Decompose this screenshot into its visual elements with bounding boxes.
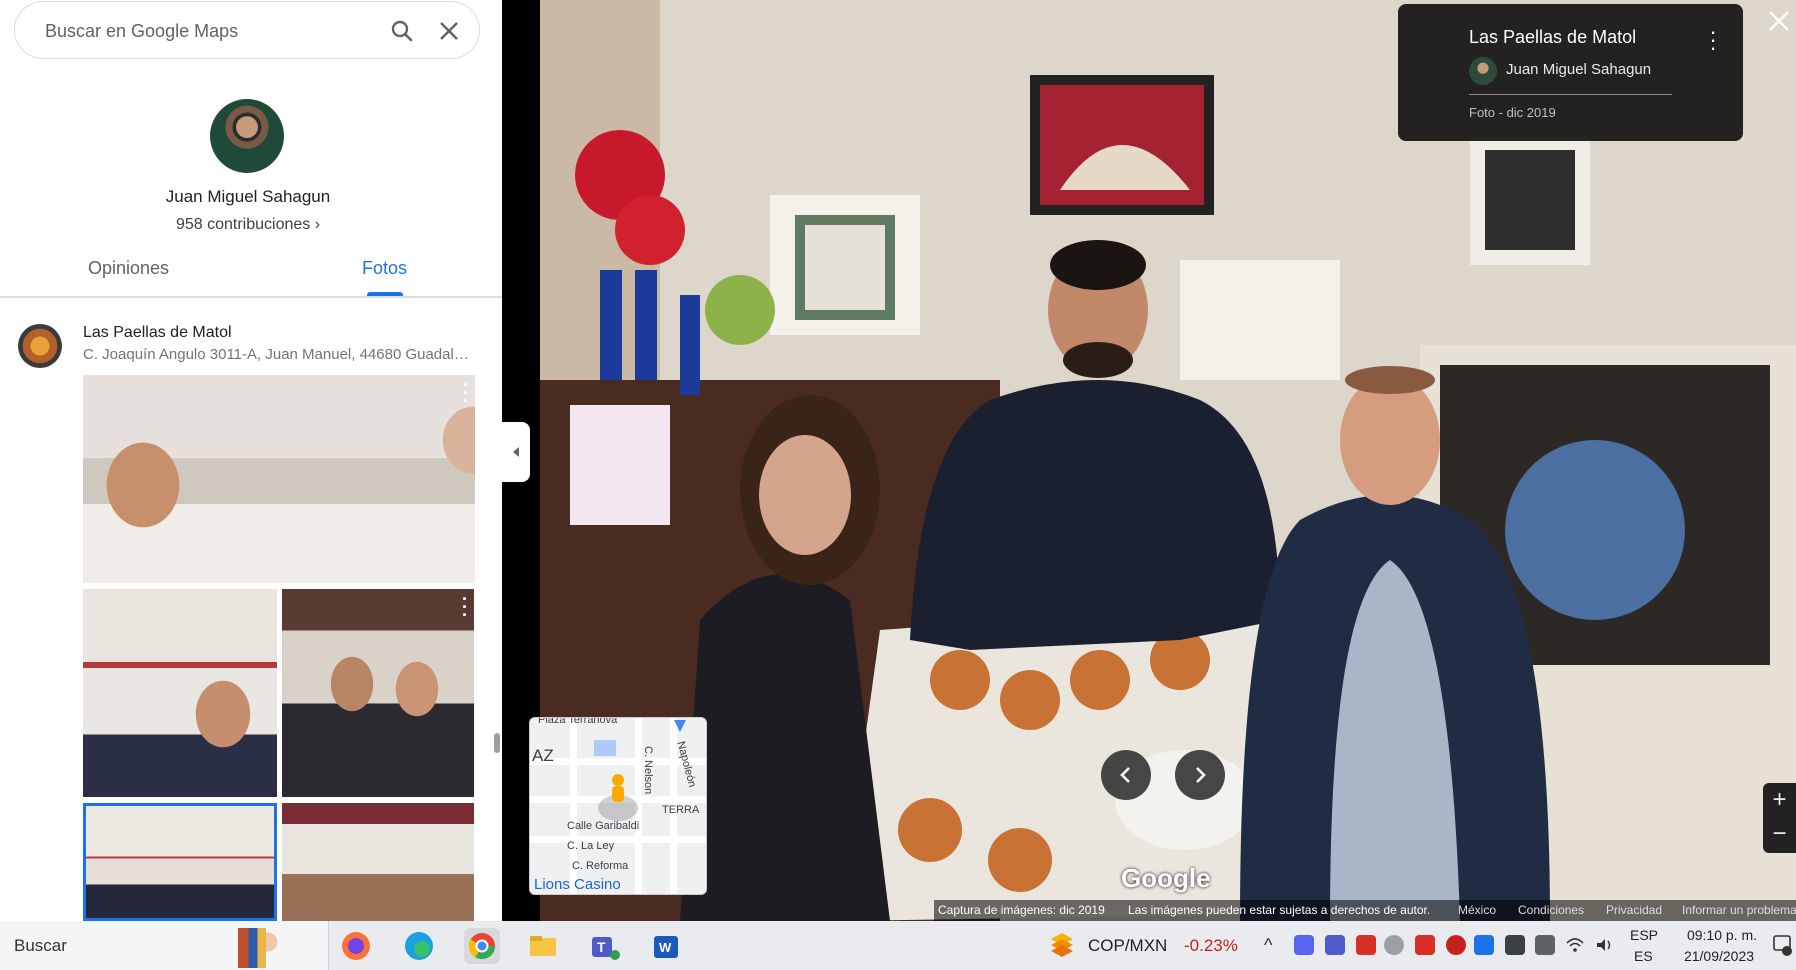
edge-icon[interactable] [401, 928, 437, 964]
contributions-link[interactable]: 958 contribuciones › [0, 216, 496, 234]
teams-tray-icon[interactable] [1325, 935, 1345, 955]
close-icon[interactable] [434, 16, 464, 46]
profile-avatar[interactable] [210, 99, 284, 173]
keyboard-layout[interactable]: ES [1634, 948, 1653, 964]
profile-name: Juan Miguel Sahagun [165, 187, 331, 206]
photo-thumbnail[interactable] [83, 589, 277, 797]
zoom-control: + − [1763, 783, 1796, 853]
google-watermark: Google [1121, 863, 1211, 893]
more-options-icon[interactable]: · · · [1703, 21, 1723, 59]
tab-opiniones[interactable]: Opiniones [88, 258, 169, 279]
app-tray-icon[interactable] [1415, 935, 1435, 955]
photo-date: Foto - dic 2019 [1469, 105, 1556, 120]
author-avatar[interactable] [1469, 57, 1497, 85]
mini-map[interactable]: Plaza Terranova AZ C. Nelson Napoleón TE… [529, 717, 707, 895]
chevron-left-icon [1120, 767, 1130, 783]
device-icon[interactable] [1535, 935, 1555, 955]
svg-text:W: W [659, 940, 672, 955]
map-label: TERRA [662, 804, 700, 816]
file-explorer-icon[interactable] [525, 928, 561, 964]
photo-thumbnail[interactable]: · · · [282, 589, 474, 797]
stock-ticker-change[interactable]: -0.23% [1184, 936, 1238, 956]
taskbar-search-label: Buscar [14, 936, 67, 955]
chevron-up-icon[interactable]: ^ [1264, 935, 1272, 956]
next-photo-button[interactable] [1175, 750, 1225, 800]
more-options-icon[interactable]: · · · [463, 376, 469, 410]
taskbar-search[interactable]: Buscar [0, 921, 329, 970]
report-problem-link[interactable]: Informar un problema [1682, 903, 1796, 917]
clock-date[interactable]: 21/09/2023 [1664, 948, 1774, 964]
discord-icon[interactable] [1294, 935, 1314, 955]
map-label: Plaza Terranova [538, 717, 618, 726]
firefox-icon[interactable] [338, 928, 374, 964]
photo-thumbnail[interactable]: · · · [83, 375, 475, 583]
wifi-icon[interactable] [1565, 935, 1585, 955]
search-highlight-illustration [238, 928, 326, 968]
map-label: C. La Ley [567, 840, 615, 852]
tab-fotos[interactable]: Fotos [362, 258, 407, 279]
divider [1469, 94, 1672, 95]
bluetooth-icon[interactable] [1474, 935, 1494, 955]
cloud-icon[interactable] [1384, 935, 1404, 955]
map-label: AZ [532, 746, 554, 765]
privacy-link[interactable]: Privacidad [1606, 903, 1662, 917]
stock-ticker-icon [1051, 933, 1073, 957]
tab-divider [0, 296, 502, 298]
place-address: C. Joaquín Angulo 3011-A, Juan Manuel, 4… [83, 346, 473, 363]
map-label: C. Reforma [572, 860, 629, 872]
close-icon[interactable] [1768, 10, 1792, 34]
map-label: C. Nelson [642, 746, 654, 795]
photo-author[interactable]: Juan Miguel Sahagun [1506, 61, 1651, 78]
shield-icon[interactable] [1505, 935, 1525, 955]
capture-date: Captura de imágenes: dic 2019 [938, 903, 1105, 917]
zoom-out-button[interactable]: − [1763, 817, 1796, 851]
search-icon[interactable] [387, 16, 417, 46]
search-input[interactable] [43, 20, 347, 43]
chevron-right-icon [1196, 767, 1206, 783]
word-icon[interactable]: W [648, 928, 684, 964]
chrome-icon[interactable] [464, 928, 500, 964]
alert-icon[interactable] [1446, 935, 1466, 955]
stock-ticker-label[interactable]: COP/MXN [1088, 936, 1167, 956]
side-panel: Juan Miguel Sahagun 958 contribuciones ›… [0, 0, 502, 921]
svg-text:T: T [597, 939, 606, 955]
photo-thumbnail-selected[interactable] [83, 803, 277, 921]
copyright-note: Las imágenes pueden estar sujetas a dere… [1128, 903, 1431, 917]
photo-thumbnail[interactable] [282, 803, 474, 921]
search-box[interactable] [14, 1, 480, 59]
previous-photo-button[interactable] [1101, 750, 1151, 800]
country-link[interactable]: México [1458, 903, 1496, 917]
clock-time[interactable]: 09:10 p. m. [1672, 927, 1772, 943]
taskbar: Buscar T W COP/MXN -0.23% ^ ESP ES 09:10… [0, 921, 1796, 970]
place-name[interactable]: Las Paellas de Matol [83, 324, 232, 342]
photo-place-title[interactable]: Las Paellas de Matol [1469, 27, 1636, 48]
more-options-icon[interactable]: · · · [462, 590, 468, 624]
input-language[interactable]: ESP [1630, 927, 1658, 943]
teams-icon[interactable]: T [587, 928, 623, 964]
caret-left-icon [513, 447, 519, 457]
place-avatar[interactable] [18, 324, 62, 368]
zoom-in-button[interactable]: + [1763, 783, 1796, 817]
map-label: Calle Garibaldi [567, 820, 640, 832]
map-label: Lions Casino [534, 876, 621, 893]
attribution-bar: Captura de imágenes: dic 2019 Las imágen… [934, 900, 1796, 921]
volume-icon[interactable] [1594, 935, 1614, 955]
scrollbar[interactable] [494, 733, 500, 753]
notification-icon[interactable] [1772, 933, 1792, 957]
security-tray-icon[interactable] [1356, 935, 1376, 955]
collapse-panel-button[interactable] [502, 422, 530, 482]
terms-link[interactable]: Condiciones [1518, 903, 1584, 917]
photo-info-card: Las Paellas de Matol Juan Miguel Sahagun… [1398, 4, 1743, 141]
